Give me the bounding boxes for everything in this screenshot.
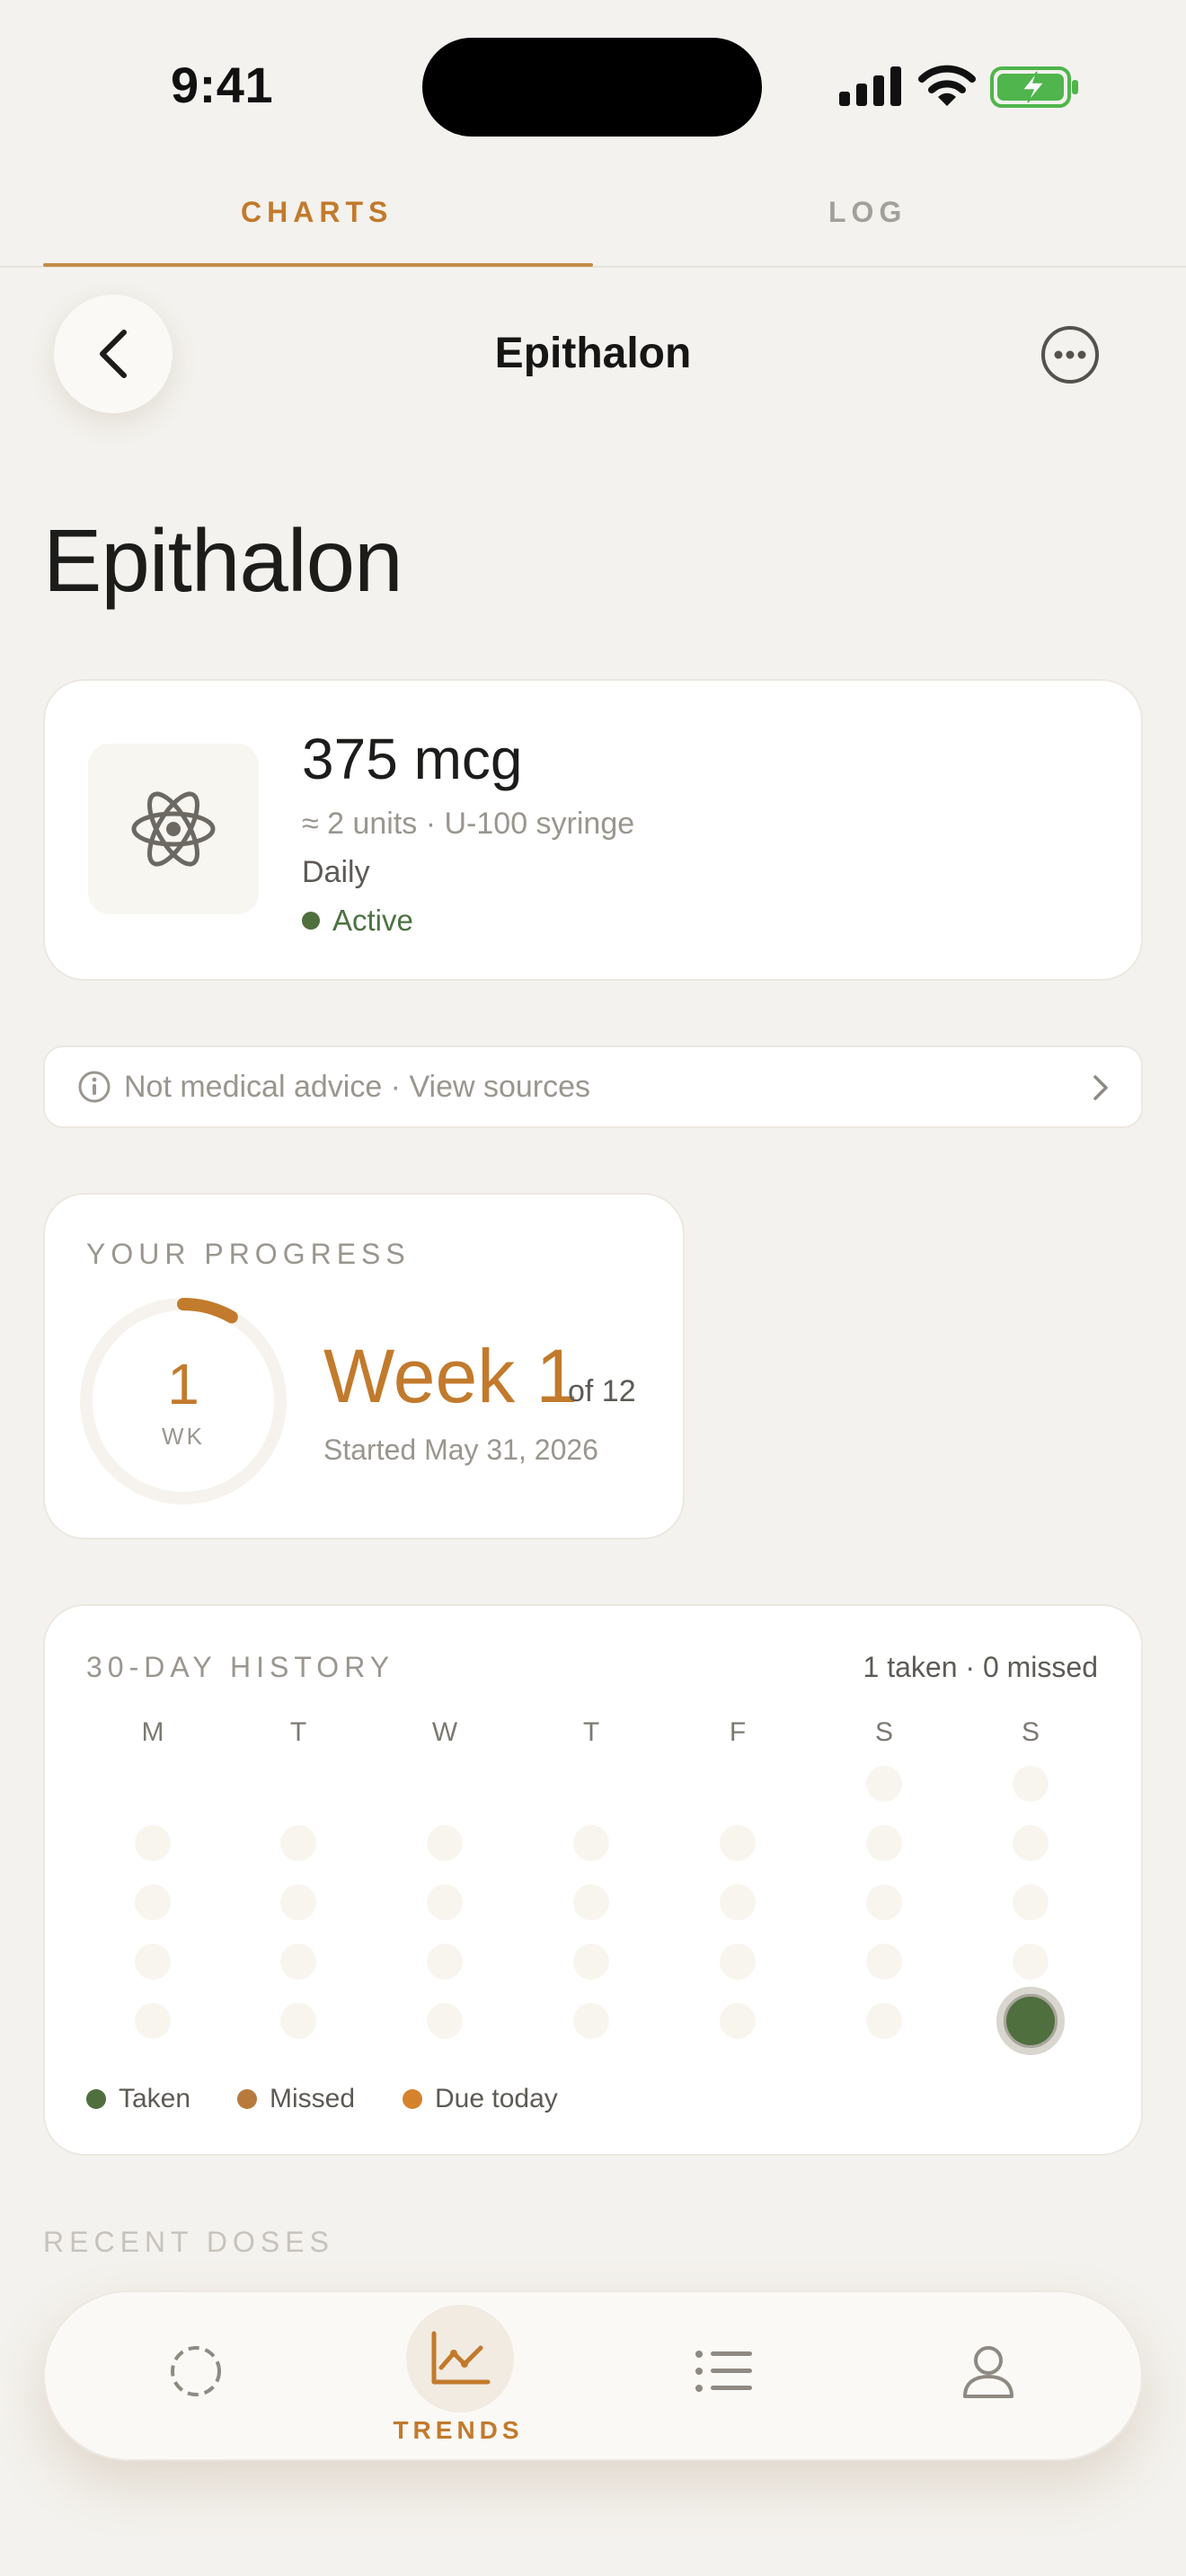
weekday-label: T	[289, 1717, 307, 1747]
tab-charts[interactable]: CHARTS	[241, 196, 393, 229]
more-options-icon[interactable]	[1039, 323, 1102, 386]
legend-missed: Missed	[237, 2084, 355, 2114]
status-label: Active	[332, 904, 413, 937]
calendar-day[interactable]	[573, 1825, 609, 1861]
legend-label: Taken	[119, 2084, 191, 2113]
calendar-day[interactable]	[1013, 1825, 1049, 1861]
profile-icon	[963, 2346, 1013, 2398]
calendar-day[interactable]	[720, 1944, 756, 1980]
history-summary: 1 taken · 0 missed	[863, 1651, 1098, 1683]
current-week: Week 1	[323, 1334, 579, 1418]
calendar-day[interactable]	[1013, 1884, 1049, 1920]
active-dot	[302, 912, 320, 930]
calendar-day[interactable]	[427, 1944, 463, 1980]
status-time: 9:41	[171, 57, 274, 113]
legend-due-today: Due today	[403, 2084, 558, 2114]
chevron-right-icon	[1093, 1075, 1108, 1100]
dose-frequency: Daily	[302, 855, 370, 889]
nav-trends-label: TRENDS	[393, 2416, 524, 2444]
calendar-day[interactable]	[720, 2003, 756, 2039]
weekday-label: F	[729, 1717, 747, 1747]
calendar-day[interactable]	[866, 1884, 902, 1920]
calendar-day[interactable]	[135, 2003, 171, 2039]
weekday-label: W	[431, 1717, 458, 1747]
calendar-day[interactable]	[280, 1884, 316, 1920]
dynamic-island	[422, 38, 762, 137]
calendar-day[interactable]	[573, 2003, 609, 2039]
calendar-day[interactable]	[280, 2003, 316, 2039]
legend-taken: Taken	[86, 2084, 190, 2114]
legend-missed-dot	[237, 2089, 257, 2109]
start-date: Started May 31, 2026	[323, 1434, 598, 1466]
calendar-day[interactable]	[280, 1825, 316, 1861]
calendar-day[interactable]	[720, 1825, 756, 1861]
progress-section-label: YOUR PROGRESS	[86, 1238, 411, 1270]
info-icon	[78, 1071, 111, 1103]
calendar-day[interactable]	[720, 1884, 756, 1920]
calendar-day[interactable]	[866, 2003, 902, 2039]
calendar-day[interactable]	[866, 1944, 902, 1980]
dose-amount: 375 mcg	[302, 727, 523, 791]
calendar-day[interactable]	[866, 1825, 902, 1861]
page-title: Epithalon	[43, 511, 403, 610]
total-weeks: of 12	[568, 1374, 636, 1408]
wifi-icon	[918, 65, 976, 106]
calendar-day[interactable]	[573, 1884, 609, 1920]
calendar-day[interactable]	[427, 1825, 463, 1861]
tab-log[interactable]: LOG	[828, 196, 907, 229]
recent-doses-label: RECENT DOSES	[43, 2226, 334, 2258]
nav-trends[interactable]	[406, 2305, 514, 2413]
calendar-day[interactable]	[280, 1944, 316, 1980]
legend-label: Missed	[270, 2084, 356, 2113]
nav-list[interactable]	[670, 2317, 778, 2425]
calendar-day[interactable]	[1013, 1766, 1049, 1802]
ring-week-number: 1	[167, 1352, 199, 1416]
dashed-circle-icon	[171, 2346, 221, 2396]
history-section-label: 30-DAY HISTORY	[86, 1651, 395, 1683]
calendar-day[interactable]	[427, 2003, 463, 2039]
weekday-label: T	[582, 1717, 600, 1747]
legend-taken-dot	[86, 2089, 106, 2109]
legend-label: Due today	[435, 2084, 558, 2113]
advice-text: Not medical advice · View sources	[124, 1069, 591, 1104]
calendar-day[interactable]	[1013, 1944, 1049, 1980]
dose-units: ≈ 2 units · U-100 syringe	[302, 807, 635, 841]
battery-charging-icon	[990, 66, 1078, 108]
status-badge: Active	[302, 904, 413, 938]
history-card	[43, 1604, 1143, 2156]
calendar-day[interactable]	[135, 1884, 171, 1920]
cellular-signal-icon	[839, 66, 901, 106]
nav-profile[interactable]	[934, 2317, 1042, 2425]
header-title: Epithalon	[494, 330, 692, 377]
ring-week-unit: WK	[162, 1423, 205, 1450]
calendar-day[interactable]	[866, 1766, 902, 1802]
atom-icon	[131, 791, 216, 867]
calendar-day[interactable]	[427, 1884, 463, 1920]
nav-home[interactable]	[142, 2317, 250, 2425]
calendar-day[interactable]	[573, 1944, 609, 1980]
dose-icon-box	[88, 744, 259, 914]
weekday-label: M	[141, 1717, 164, 1747]
legend-due-dot	[403, 2089, 422, 2109]
calendar-day-taken[interactable]	[996, 1987, 1065, 2055]
trends-chart-icon	[431, 2331, 491, 2385]
list-icon	[695, 2351, 752, 2392]
calendar-day[interactable]	[135, 1825, 171, 1861]
weekday-label: S	[1021, 1717, 1040, 1747]
weekday-label: S	[874, 1717, 893, 1747]
medical-advice-row[interactable]: Not medical advice · View sources	[43, 1045, 1143, 1128]
calendar-day[interactable]	[135, 1944, 171, 1980]
active-tab-indicator	[43, 263, 593, 267]
